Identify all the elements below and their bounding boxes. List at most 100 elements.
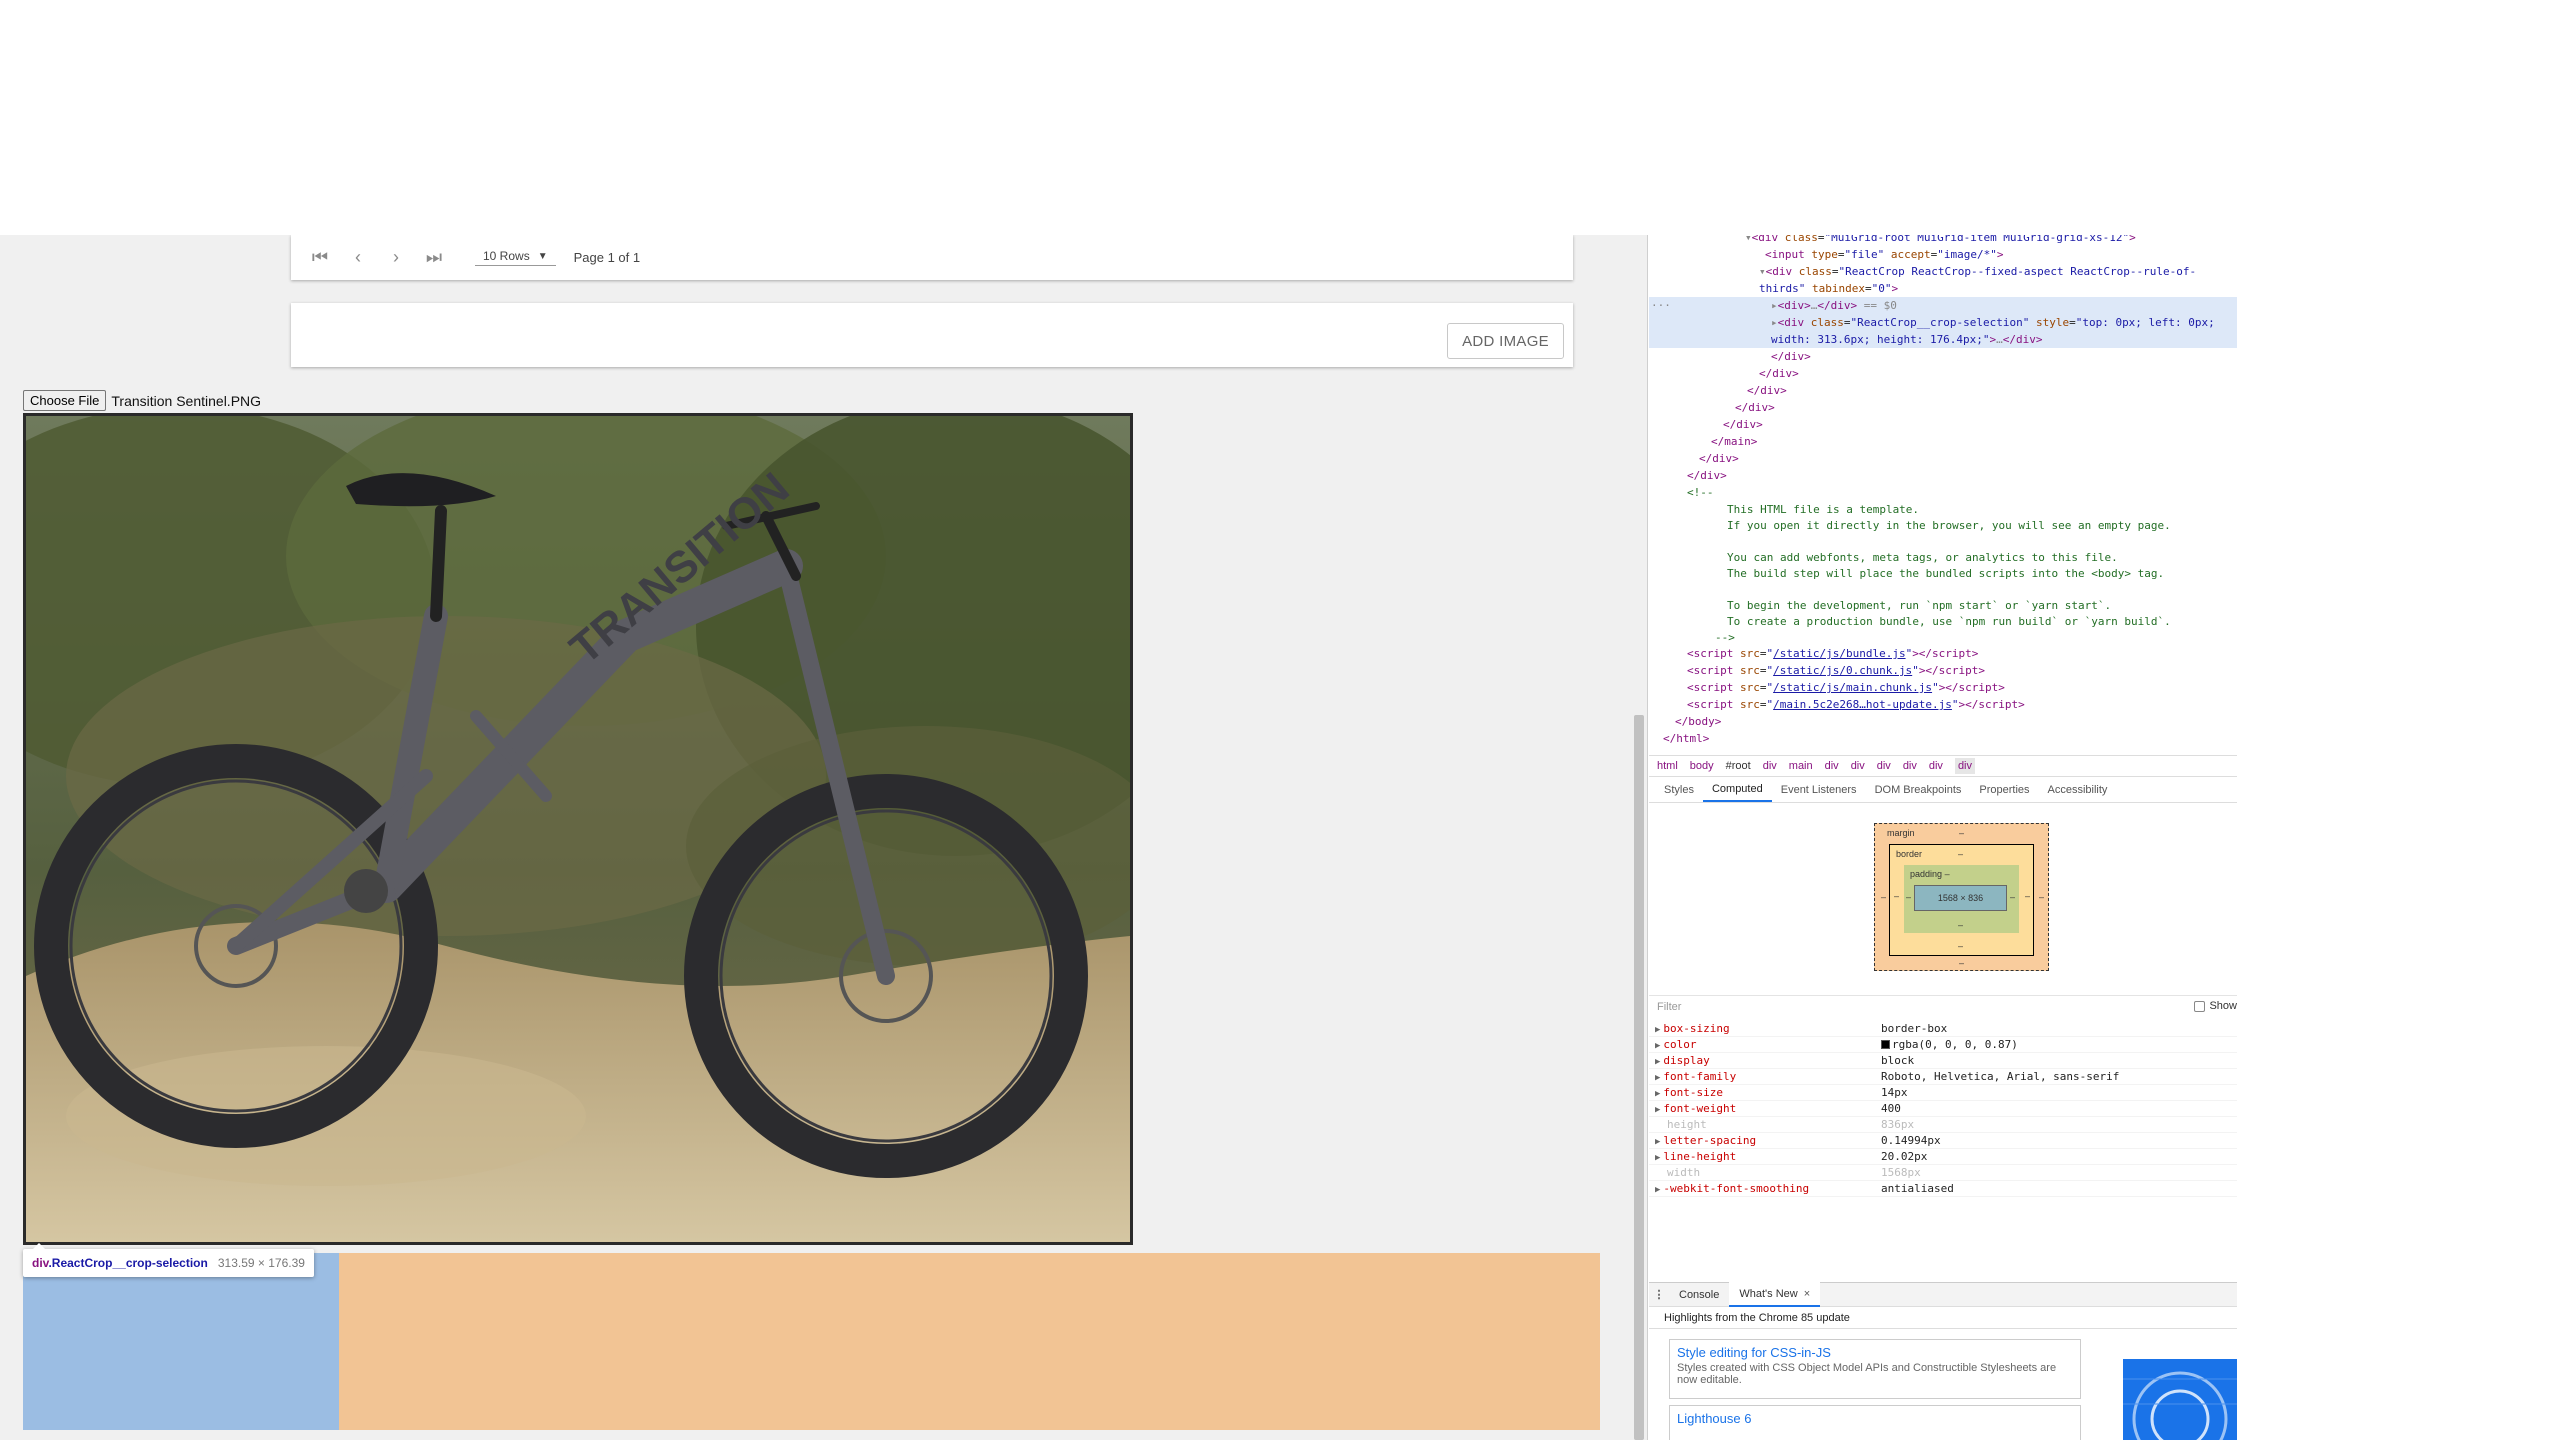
breadcrumb-item[interactable]: div <box>1903 760 1917 772</box>
breadcrumb-item-current[interactable]: div <box>1954 758 1975 774</box>
elements-tree: ▾<div class="MuiGrid-root MuiGrid-item M… <box>1649 235 2237 755</box>
computed-property-row[interactable]: ▶ display block <box>1649 1053 2237 1069</box>
property-value: 1568px <box>1881 1166 1921 1179</box>
page-scrollbar-thumb[interactable] <box>1634 715 1644 1440</box>
computed-property-row[interactable]: ▶ font-weight 400 <box>1649 1101 2237 1117</box>
caret-down-icon: ▼ <box>537 250 548 262</box>
feature-title[interactable]: Style editing for CSS-in-JS <box>1677 1345 2073 1360</box>
dom-node[interactable]: ▾<div class="MuiGrid-root MuiGrid-item M… <box>1649 235 2237 246</box>
padding-bottom-value: – <box>1958 920 1964 930</box>
expand-triangle-icon[interactable]: ▶ <box>1655 1137 1660 1147</box>
dom-script[interactable]: <script src="/static/js/bundle.js"></scr… <box>1649 645 2237 662</box>
chevron-right-icon[interactable]: › <box>377 247 415 268</box>
breadcrumb-item[interactable]: div <box>1929 760 1943 772</box>
computed-property-row[interactable]: ▶ letter-spacing 0.14994px <box>1649 1133 2237 1149</box>
tab-accessibility[interactable]: Accessibility <box>2039 778 2117 802</box>
choose-file-button[interactable]: Choose File <box>23 390 107 411</box>
breadcrumb-item[interactable]: #root <box>1726 760 1751 772</box>
property-value: block <box>1881 1054 1915 1067</box>
expand-triangle-icon[interactable]: ▶ <box>1655 1057 1660 1067</box>
computed-property-row[interactable]: ▶ color rgba(0, 0, 0, 0.87) <box>1649 1037 2237 1053</box>
expand-triangle-icon[interactable]: ▶ <box>1655 1041 1660 1051</box>
breadcrumb-item[interactable]: main <box>1789 760 1813 772</box>
dom-script[interactable]: <script src="/main.5c2e268…hot-update.js… <box>1649 696 2237 713</box>
margin-bottom-value: – <box>1959 958 1965 968</box>
rows-per-page-value: 10 Rows <box>483 249 530 263</box>
sidebar-tabs: Styles Computed Event Listeners DOM Brea… <box>1649 778 2237 803</box>
computed-property-row[interactable]: ▶ font-family Roboto, Helvetica, Arial, sa… <box>1649 1069 2237 1085</box>
dom-node[interactable]: <input type="file" accept="image/*"> <box>1649 246 2237 263</box>
dom-close-tag: </div> <box>1687 469 1727 482</box>
tab-dom-breakpoints[interactable]: DOM Breakpoints <box>1866 778 1971 802</box>
breadcrumb-item[interactable]: div <box>1851 760 1865 772</box>
property-name: ▶ letter-spacing <box>1655 1134 1757 1147</box>
computed-filter-input[interactable]: Filter <box>1657 1001 1681 1013</box>
feature-title[interactable]: Lighthouse 6 <box>1677 1411 2073 1426</box>
first-page-icon[interactable]: ⏮ <box>301 247 339 268</box>
tooltip-dimensions: 313.59 × 176.39 <box>217 1256 305 1270</box>
dom-node[interactable]: ▾<div class="ReactCrop ReactCrop--fixed-… <box>1649 263 2237 280</box>
rows-per-page-select[interactable]: 10 Rows ▼ <box>475 249 556 266</box>
dom-comment: To begin the development, run `npm start… <box>1727 599 2112 612</box>
computed-property-row[interactable]: ▶ -webkit-font-smoothing antialiased <box>1649 1181 2237 1197</box>
border-top-value: – <box>1958 849 1964 859</box>
last-page-icon[interactable]: ⏭ <box>415 247 453 268</box>
property-value: rgba(0, 0, 0, 0.87) <box>1881 1037 2018 1052</box>
dom-comment: <!-- <box>1687 486 1714 499</box>
dom-close-tag: </div> <box>1759 367 1799 380</box>
expand-triangle-icon[interactable]: ▶ <box>1655 1089 1660 1099</box>
tab-styles[interactable]: Styles <box>1655 778 1703 802</box>
computed-property-row[interactable]: width 1568px <box>1649 1165 2237 1181</box>
tab-whats-new[interactable]: What's New × <box>1729 1282 1821 1307</box>
show-all-toggle[interactable]: Show <box>2194 1000 2237 1012</box>
box-model-border: border – – – – padding – – – – 1568 × 83… <box>1889 844 2034 956</box>
tab-properties[interactable]: Properties <box>1970 778 2038 802</box>
property-name: ▶ font-size <box>1655 1086 1724 1099</box>
color-swatch[interactable] <box>1881 1040 1890 1049</box>
property-name: ▶ display <box>1655 1054 1710 1067</box>
dom-close-tag: </main> <box>1711 435 1758 448</box>
crop-image[interactable]: TRANSITION <box>23 413 1133 1245</box>
computed-property-row[interactable]: height 836px <box>1649 1117 2237 1133</box>
border-right-value: – <box>2025 891 2031 901</box>
breadcrumb-item[interactable]: body <box>1690 760 1714 772</box>
show-all-checkbox[interactable] <box>2194 1000 2206 1012</box>
dom-node-selected[interactable]: ··· ▸<div>…</div> == $0 <box>1649 297 2237 314</box>
feature-card[interactable]: Lighthouse 6 <box>1669 1405 2081 1440</box>
property-value: Roboto, Helvetica, Arial, sans-serif <box>1881 1070 2120 1083</box>
dom-close-tag: </div> <box>1771 350 1811 363</box>
tab-computed[interactable]: Computed <box>1702 778 1772 802</box>
add-image-button[interactable]: ADD IMAGE <box>1447 323 1564 359</box>
property-name: ▶ font-weight <box>1655 1102 1737 1115</box>
tab-event-listeners[interactable]: Event Listeners <box>1772 778 1866 802</box>
box-model-padding: padding – – – – 1568 × 836 <box>1904 865 2019 933</box>
computed-property-row[interactable]: ▶ box-sizing border-box <box>1649 1021 2237 1037</box>
property-name: ▶ color <box>1655 1038 1697 1051</box>
elements-breadcrumb: html body #root div main div div div div… <box>1649 755 2237 777</box>
expand-triangle-icon[interactable]: ▶ <box>1655 1153 1660 1163</box>
padding-left-value: – <box>1906 892 1912 902</box>
property-name: ▶ line-height <box>1655 1150 1737 1163</box>
more-options-icon[interactable]: ⋮ <box>1649 1288 1669 1301</box>
breadcrumb-item[interactable]: div <box>1763 760 1777 772</box>
computed-property-row[interactable]: ▶ line-height 20.02px <box>1649 1149 2237 1165</box>
computed-property-row[interactable]: ▶ font-size 14px <box>1649 1085 2237 1101</box>
chevron-left-icon[interactable]: ‹ <box>339 247 377 268</box>
dom-script[interactable]: <script src="/static/js/0.chunk.js"></sc… <box>1649 662 2237 679</box>
dom-script[interactable]: <script src="/static/js/main.chunk.js"><… <box>1649 679 2237 696</box>
breadcrumb-item[interactable]: div <box>1825 760 1839 772</box>
expand-triangle-icon[interactable]: ▶ <box>1655 1185 1660 1195</box>
expand-triangle-icon[interactable]: ▶ <box>1655 1073 1660 1083</box>
breadcrumb-item[interactable]: div <box>1877 760 1891 772</box>
breadcrumb-item[interactable]: html <box>1657 760 1678 772</box>
expand-triangle-icon[interactable]: ▶ <box>1655 1025 1660 1035</box>
dom-node-crop-selection[interactable]: ▸<div class="ReactCrop__crop-selection" … <box>1649 314 2237 331</box>
computed-filter[interactable]: Filter Show <box>1649 995 2237 1017</box>
expand-triangle-icon[interactable]: ▶ <box>1655 1105 1660 1115</box>
dom-node-cont: thirds" tabindex="0"> <box>1759 282 1899 295</box>
box-model-content[interactable]: 1568 × 836 <box>1914 885 2007 911</box>
whats-new-illustration <box>2123 1359 2237 1440</box>
feature-card[interactable]: Style editing for CSS-in-JS Styles creat… <box>1669 1339 2081 1399</box>
tab-console[interactable]: Console <box>1669 1282 1729 1307</box>
close-icon[interactable]: × <box>1804 1288 1810 1300</box>
